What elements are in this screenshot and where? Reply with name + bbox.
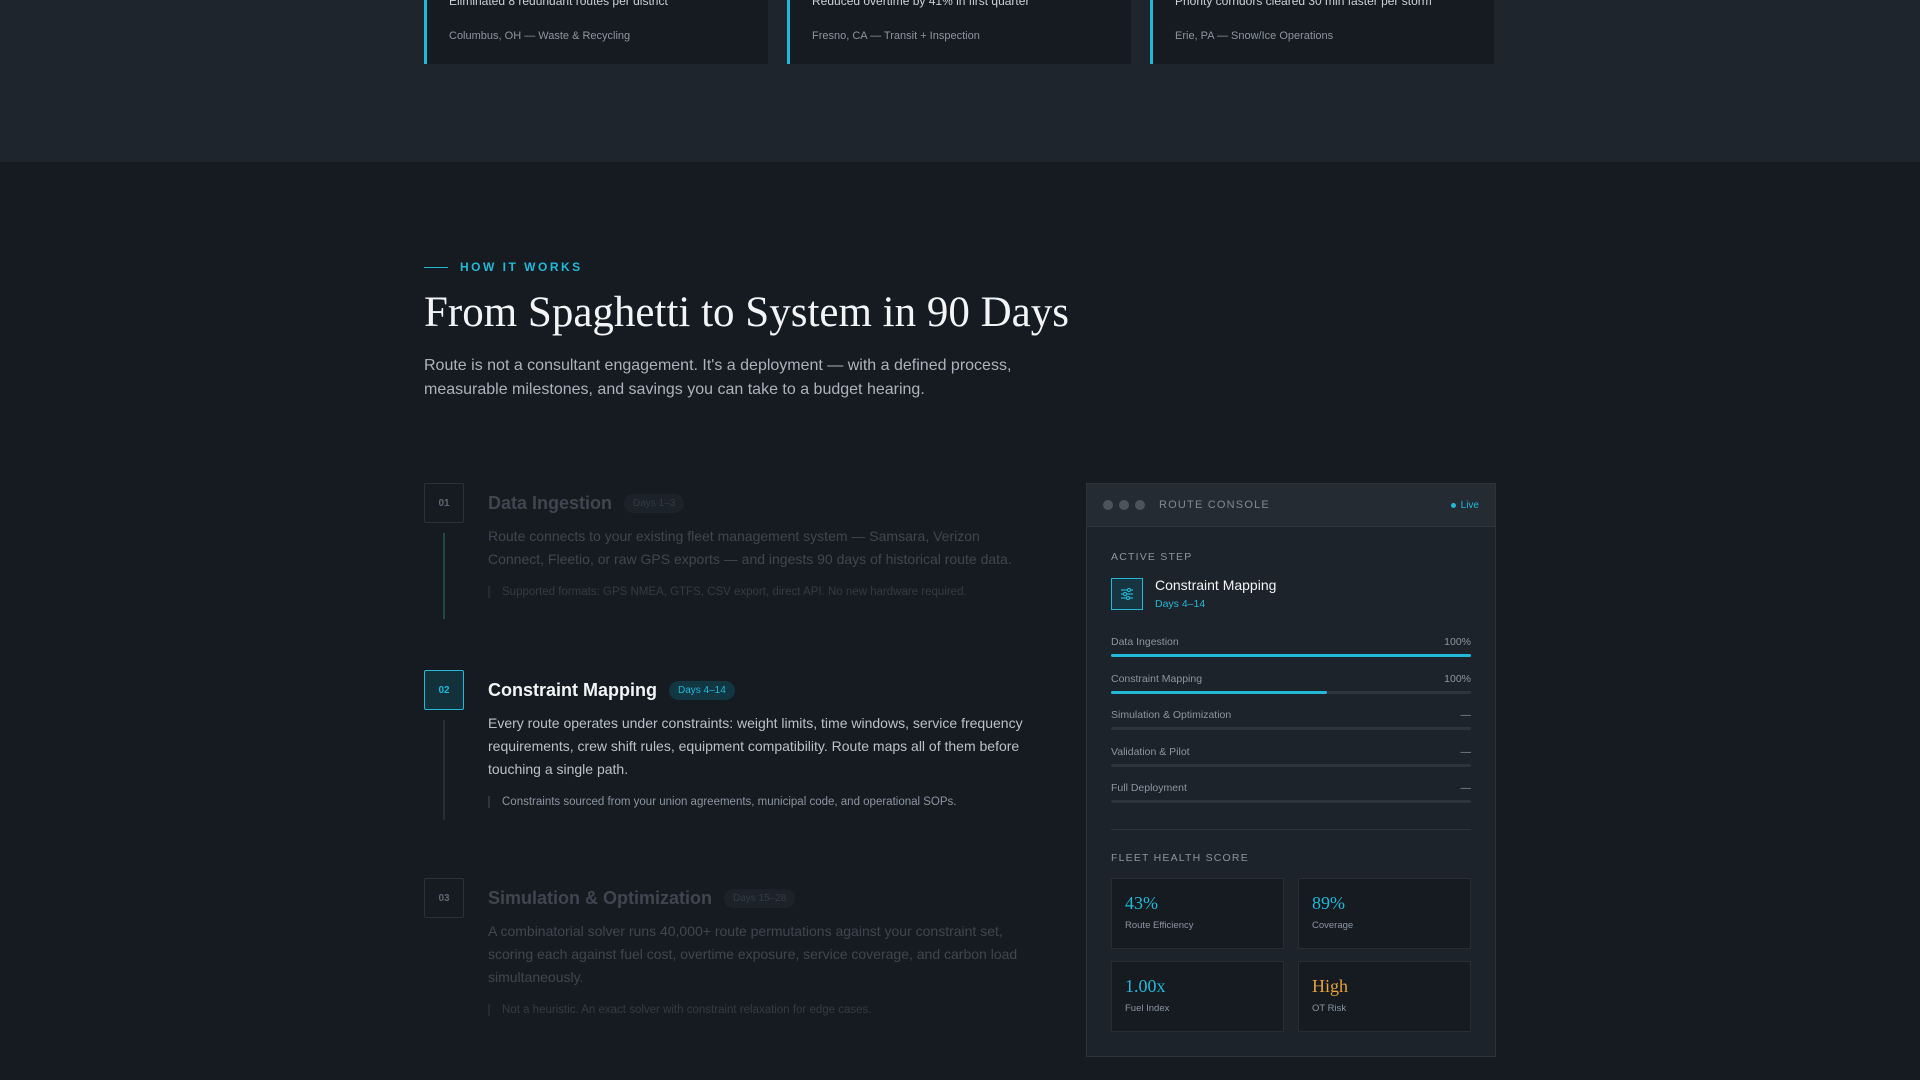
step-description: A combinatorial solver runs 40,000+ rout… <box>488 923 1018 985</box>
step-rail <box>443 720 445 820</box>
progress-row: Simulation & Optimization — <box>1111 709 1471 746</box>
section-lede: Route is not a consultant engagement. It… <box>424 357 1012 398</box>
case-study-location: Columbus, OH — Waste & Recycling <box>449 30 631 42</box>
step-title: Constraint Mapping <box>488 679 657 700</box>
metric-value: 1.00x <box>1125 976 1166 996</box>
case-study-location: Fresno, CA — Transit + Inspection <box>812 30 980 42</box>
live-status: Live <box>1450 499 1479 511</box>
step-title: Data Ingestion <box>488 492 613 513</box>
console-titlebar: ROUTE CONSOLE Live <box>1087 484 1495 527</box>
section-eyebrow: HOW IT WORKS <box>424 260 583 274</box>
case-study-result: Eliminated 8 redundant routes per distri… <box>449 0 668 8</box>
metric-route-efficiency: 43% Route Efficiency <box>1111 878 1284 949</box>
step-data-ingestion[interactable]: 01 Data Ingestion Days 1–3 Route connect… <box>424 483 1034 623</box>
step-rail <box>443 533 445 619</box>
progress-value: 100% <box>1444 672 1471 685</box>
metric-label: Route Efficiency <box>1125 920 1194 931</box>
progress-row: Validation & Pilot — <box>1111 746 1471 783</box>
metric-label: Coverage <box>1312 920 1354 931</box>
progress-label: Simulation & Optimization <box>1111 709 1232 721</box>
progress-row: Data Ingestion 100% <box>1111 636 1471 673</box>
case-study-location: Erie, PA — Snow/Ice Operations <box>1175 30 1334 42</box>
case-study-card[interactable]: Reduced overtime by 41% in first quarter… <box>787 0 1131 64</box>
progress-row: Constraint Mapping 100% <box>1111 673 1471 710</box>
progress-row: Full Deployment — <box>1111 782 1471 819</box>
progress-value: — <box>1460 745 1472 758</box>
progress-track <box>1111 654 1471 657</box>
window-dot-icon[interactable] <box>1135 500 1145 510</box>
active-step: Constraint Mapping Days 4–14 <box>1111 577 1276 610</box>
metric-label: Fuel Index <box>1125 1003 1170 1014</box>
fleet-health-label: FLEET HEALTH SCORE <box>1111 852 1249 864</box>
step-number: 01 <box>424 483 464 523</box>
section-heading: From Spaghetti to System in 90 Days <box>424 289 1069 336</box>
progress-label: Validation & Pilot <box>1111 745 1190 758</box>
eyebrow-rule <box>424 266 448 268</box>
case-study-result: Reduced overtime by 41% in first quarter <box>812 0 1030 8</box>
step-progress-list: Data Ingestion 100% Constraint Mapping 1… <box>1111 636 1471 819</box>
progress-value: 100% <box>1444 636 1471 648</box>
metric-ot-risk: High OT Risk <box>1298 961 1471 1032</box>
case-study-result: Priority corridors cleared 30 min faster… <box>1175 0 1432 8</box>
metric-fuel-index: 1.00x Fuel Index <box>1111 961 1284 1032</box>
route-console: ROUTE CONSOLE Live ACTIVE STEP Constrain… <box>1086 483 1496 1057</box>
progress-track <box>1111 690 1471 694</box>
progress-track <box>1111 727 1471 730</box>
active-step-name: Constraint Mapping <box>1155 577 1277 593</box>
metric-value: 43% <box>1125 893 1158 913</box>
metric-value: 89% <box>1312 893 1345 913</box>
metric-value: High <box>1312 976 1348 996</box>
window-dot-icon[interactable] <box>1119 500 1129 510</box>
progress-fill <box>1111 654 1471 657</box>
step-title: Simulation & Optimization <box>488 887 712 908</box>
step-note: Constraints sourced from your union agre… <box>488 796 957 808</box>
step-number: 03 <box>424 878 464 918</box>
step-number: 02 <box>424 670 464 710</box>
sliders-icon <box>1111 577 1143 610</box>
case-studies-band: Eliminated 8 redundant routes per distri… <box>0 0 1920 162</box>
step-simulation-optimization[interactable]: 03 Simulation & Optimization Days 15–28 … <box>424 878 1034 1028</box>
progress-label: Data Ingestion <box>1111 636 1179 648</box>
step-days-badge: Days 1–3 <box>624 493 685 513</box>
step-days-badge: Days 4–14 <box>669 680 735 700</box>
progress-value: — <box>1460 709 1472 721</box>
case-study-card[interactable]: Priority corridors cleared 30 min faster… <box>1150 0 1494 64</box>
window-controls <box>1103 500 1145 510</box>
eyebrow-text: HOW IT WORKS <box>460 260 583 274</box>
progress-value: — <box>1460 782 1472 794</box>
step-note: Supported formats: GPS NMEA, GTFS, CSV e… <box>488 586 967 598</box>
step-note: Not a heuristic. An exact solver with co… <box>488 1004 871 1016</box>
live-status-label: Live <box>1460 499 1479 511</box>
step-constraint-mapping[interactable]: 02 Constraint Mapping Days 4–14 Every ro… <box>424 670 1034 830</box>
window-dot-icon[interactable] <box>1103 500 1113 510</box>
active-step-days: Days 4–14 <box>1155 598 1206 610</box>
progress-label: Constraint Mapping <box>1111 672 1203 685</box>
step-description: Every route operates under constraints: … <box>488 715 1023 777</box>
fleet-health-metrics: 43% Route Efficiency 89% Coverage 1.00x … <box>1111 878 1471 1032</box>
progress-track <box>1111 800 1471 803</box>
progress-track <box>1111 763 1471 767</box>
step-description: Route connects to your existing fleet ma… <box>488 528 1012 567</box>
active-step-label: ACTIVE STEP <box>1111 551 1193 563</box>
console-title: ROUTE CONSOLE <box>1159 499 1270 511</box>
metric-coverage: 89% Coverage <box>1298 878 1471 949</box>
progress-label: Full Deployment <box>1111 782 1187 794</box>
progress-fill <box>1111 690 1327 694</box>
step-days-badge: Days 15–28 <box>724 888 796 908</box>
case-study-card[interactable]: Eliminated 8 redundant routes per distri… <box>424 0 768 64</box>
metric-label: OT Risk <box>1312 1003 1347 1014</box>
live-dot-icon <box>1450 502 1456 508</box>
console-divider <box>1111 829 1471 830</box>
